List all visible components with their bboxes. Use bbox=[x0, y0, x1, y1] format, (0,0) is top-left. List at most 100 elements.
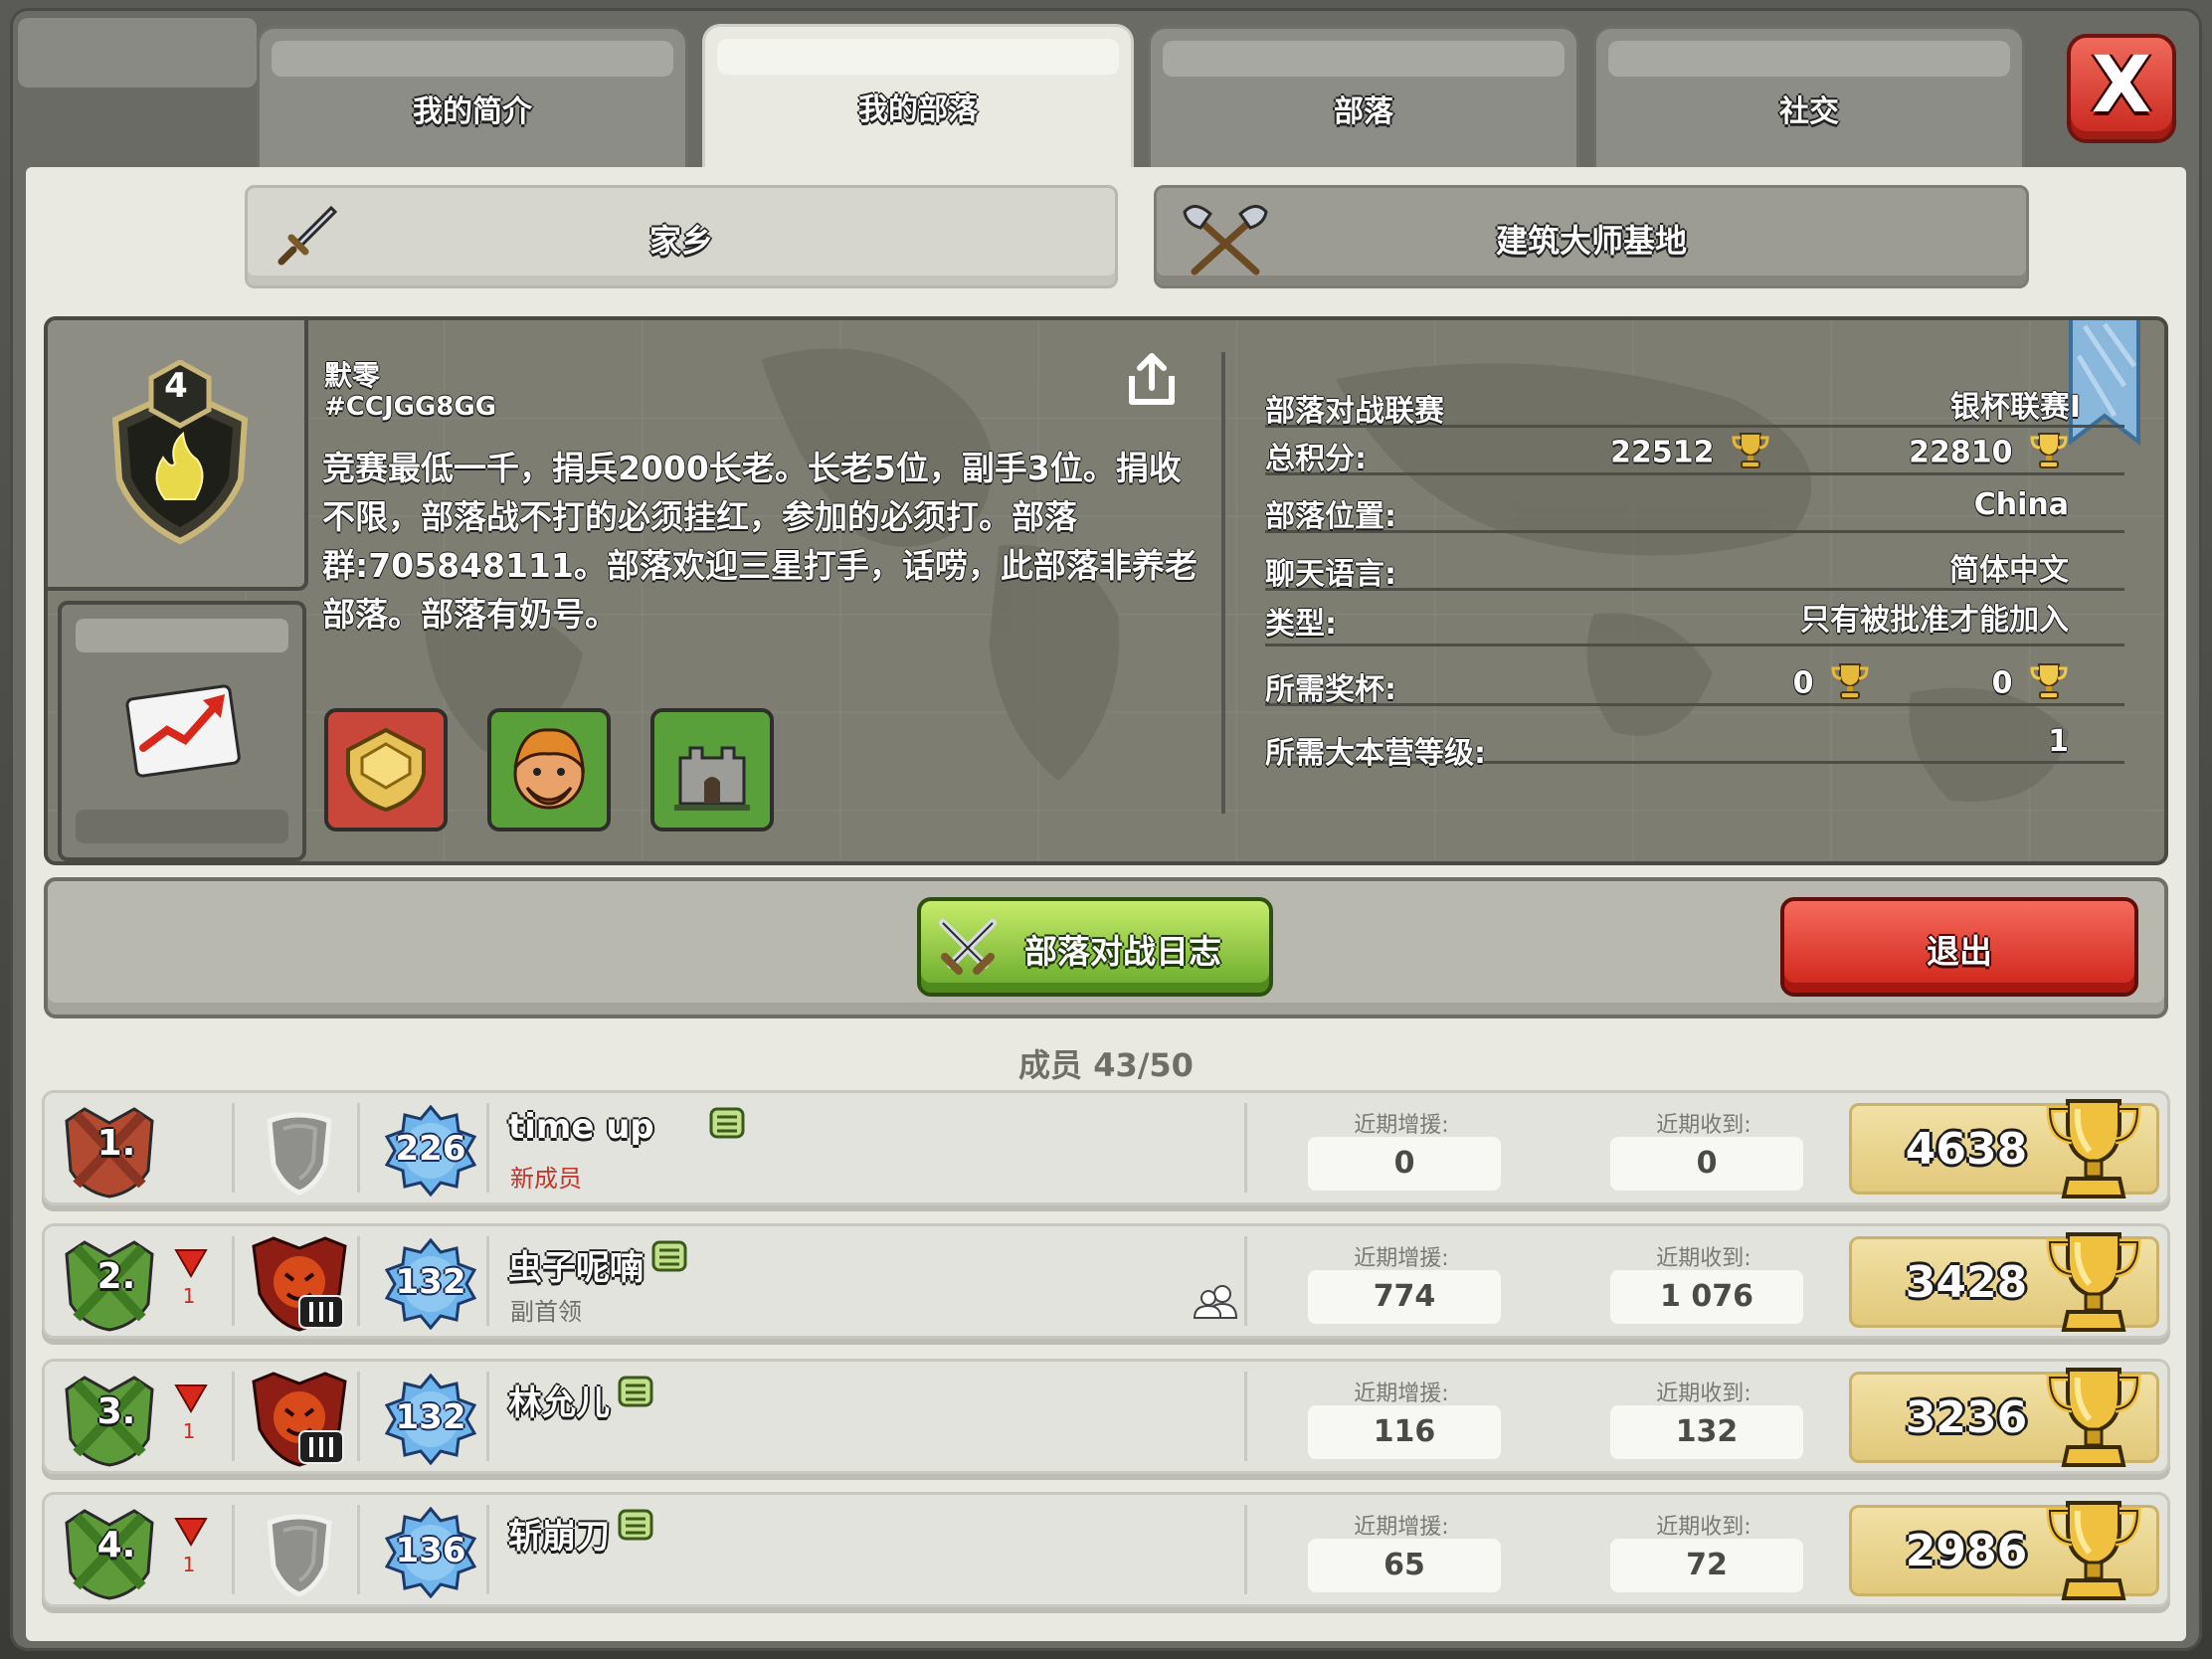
donated-value: 65 bbox=[1308, 1539, 1501, 1592]
member-name: 虫子呢喃 bbox=[508, 1248, 644, 1288]
location-label: 部落位置: bbox=[1265, 499, 1396, 534]
required-trophies-home: 0 bbox=[1793, 660, 1870, 708]
total-points-builder: 22810 bbox=[1909, 430, 2069, 477]
war-log-label: 部落对战日志 bbox=[1024, 932, 1221, 971]
required-trophies-builder-value: 0 bbox=[1991, 665, 2013, 701]
builder-base-button[interactable]: 建筑大师基地 bbox=[1154, 185, 2029, 288]
chat-bubble-icon bbox=[707, 1105, 747, 1149]
clan-tag: #CCJGG8GG bbox=[324, 392, 497, 422]
member-trophies: 4638 bbox=[1905, 1124, 2028, 1175]
received-title: 近期收到: bbox=[1656, 1515, 1751, 1540]
donated-title: 近期增援: bbox=[1354, 1113, 1449, 1138]
type-row: 类型: 只有被批准才能加入 bbox=[1265, 589, 2124, 646]
member-trophies: 2986 bbox=[1905, 1526, 2028, 1576]
tab-my-profile-label: 我的简介 bbox=[413, 94, 532, 129]
war-log-button[interactable]: 部落对战日志 bbox=[917, 897, 1273, 997]
member-role: 新成员 bbox=[510, 1165, 582, 1193]
received-title: 近期收到: bbox=[1656, 1382, 1751, 1406]
member-row[interactable]: 2. 1 132 虫子呢喃 副首领 近期增援: 774 近期收到: 1 076 … bbox=[42, 1223, 2170, 1339]
trophy-icon bbox=[2044, 1095, 2143, 1206]
member-row[interactable]: 4. 1 136 斩崩刀 近期增援: 65 近期收到: 72 2986 bbox=[42, 1492, 2170, 1607]
chat-bubble-icon bbox=[616, 1374, 655, 1417]
clan-level: 4 bbox=[164, 366, 188, 406]
received-title: 近期收到: bbox=[1656, 1113, 1751, 1138]
required-trophies-home-value: 0 bbox=[1792, 665, 1814, 701]
tab-my-clan-label: 我的部落 bbox=[858, 92, 978, 127]
type-value: 只有被批准才能加入 bbox=[1800, 603, 2069, 638]
leave-clan-label: 退出 bbox=[1927, 932, 1992, 971]
donated-value: 774 bbox=[1308, 1270, 1501, 1324]
required-townhall-row: 所需大本营等级: 1 bbox=[1265, 706, 2124, 771]
received-title: 近期收到: bbox=[1656, 1246, 1751, 1271]
trophy-icon bbox=[1731, 430, 1770, 477]
rank-down-arrow-icon bbox=[174, 1383, 208, 1417]
total-points-builder-value: 22810 bbox=[1909, 435, 2013, 470]
rank-change: 1 bbox=[182, 1419, 196, 1443]
member-xp-level: 132 bbox=[395, 1397, 466, 1437]
type-label: 类型: bbox=[1265, 607, 1337, 642]
language-label: 聊天语言: bbox=[1265, 557, 1396, 592]
rank-change: 1 bbox=[182, 1553, 196, 1576]
share-icon[interactable] bbox=[1124, 350, 1180, 414]
stats-chart-icon bbox=[125, 684, 241, 778]
member-role: 副首领 bbox=[510, 1298, 582, 1326]
received-value: 1 076 bbox=[1610, 1270, 1803, 1324]
clan-perk-troops[interactable] bbox=[487, 708, 611, 831]
member-xp-level: 136 bbox=[395, 1531, 466, 1570]
tab-my-clan[interactable]: 我的部落 bbox=[702, 24, 1134, 173]
clan-perk-castle[interactable] bbox=[650, 708, 774, 831]
info-divider bbox=[1221, 352, 1225, 814]
trophy-icon bbox=[2044, 1364, 2143, 1475]
tab-social[interactable]: 社交 bbox=[1593, 26, 2025, 169]
unranked-league-icon bbox=[244, 1503, 355, 1606]
league-champion-icon bbox=[244, 1370, 355, 1473]
chat-bubble-icon bbox=[616, 1507, 655, 1551]
required-trophies-row: 所需奖杯: 0 0 bbox=[1265, 648, 2124, 708]
clan-description: 竞赛最低一千，捐兵2000长老。长老5位，副手3位。捐收不限，部落战不打的必须挂… bbox=[322, 449, 1198, 634]
language-value: 简体中文 bbox=[1949, 553, 2069, 588]
tab-clans-label: 部落 bbox=[1334, 94, 1393, 129]
donated-value: 116 bbox=[1308, 1405, 1501, 1459]
members-count: 成员 43/50 bbox=[1018, 1046, 1194, 1084]
trophy-icon bbox=[2044, 1497, 2143, 1608]
rank-down-arrow-icon bbox=[174, 1248, 208, 1282]
tab-clans[interactable]: 部落 bbox=[1148, 26, 1579, 169]
member-rank: 3. bbox=[96, 1391, 136, 1432]
builder-trophy-icon bbox=[2029, 430, 2069, 477]
league-champion-icon bbox=[244, 1234, 355, 1338]
member-rank: 2. bbox=[96, 1256, 136, 1297]
clan-stats-button[interactable] bbox=[58, 601, 306, 861]
barbarian-icon bbox=[513, 728, 586, 810]
close-button[interactable]: X bbox=[2067, 34, 2176, 143]
tab-my-profile[interactable]: 我的简介 bbox=[257, 26, 688, 169]
received-value: 72 bbox=[1610, 1539, 1803, 1592]
friends-icon bbox=[1193, 1284, 1238, 1324]
clan-info-card: 4 默零 #CCJGG8GG 竞赛最低一千，捐兵2000长老。长老5位，副手3位… bbox=[44, 316, 2168, 865]
required-trophies-builder: 0 bbox=[1992, 660, 2069, 708]
frame-decoration bbox=[18, 18, 257, 88]
total-points-label: 总积分: bbox=[1265, 442, 1367, 476]
member-name: 林允儿 bbox=[508, 1383, 610, 1423]
member-row[interactable]: 3. 1 132 林允儿 近期增援: 116 近期收到: 132 3236 bbox=[42, 1359, 2170, 1474]
donated-title: 近期增援: bbox=[1354, 1246, 1449, 1271]
home-village-label: 家乡 bbox=[648, 222, 713, 260]
member-trophies: 3428 bbox=[1905, 1257, 2028, 1308]
location-row: 部落位置: China bbox=[1265, 475, 2124, 534]
unranked-league-icon bbox=[244, 1101, 355, 1204]
crossed-swords-icon bbox=[935, 915, 1001, 985]
home-village-button[interactable]: 家乡 bbox=[245, 185, 1118, 288]
tab-social-label: 社交 bbox=[1779, 94, 1839, 129]
total-points-home-value: 22512 bbox=[1610, 435, 1715, 470]
builder-base-label: 建筑大师基地 bbox=[1495, 222, 1687, 260]
received-value: 0 bbox=[1610, 1137, 1803, 1191]
clan-perk-league[interactable] bbox=[324, 708, 448, 831]
clan-castle-icon bbox=[674, 746, 750, 811]
trophy-icon bbox=[2044, 1228, 2143, 1340]
leave-clan-button[interactable]: 退出 bbox=[1780, 897, 2138, 997]
member-row[interactable]: 1. 226 time up 新成员 近期增援: 0 近期收到: 0 4638 bbox=[42, 1090, 2170, 1205]
league-medal-icon bbox=[346, 727, 426, 813]
member-rank: 4. bbox=[96, 1525, 136, 1566]
total-points-row: 总积分: 22512 22810 bbox=[1265, 418, 2124, 477]
required-trophies-label: 所需奖杯: bbox=[1265, 672, 1396, 707]
donated-value: 0 bbox=[1308, 1137, 1501, 1191]
